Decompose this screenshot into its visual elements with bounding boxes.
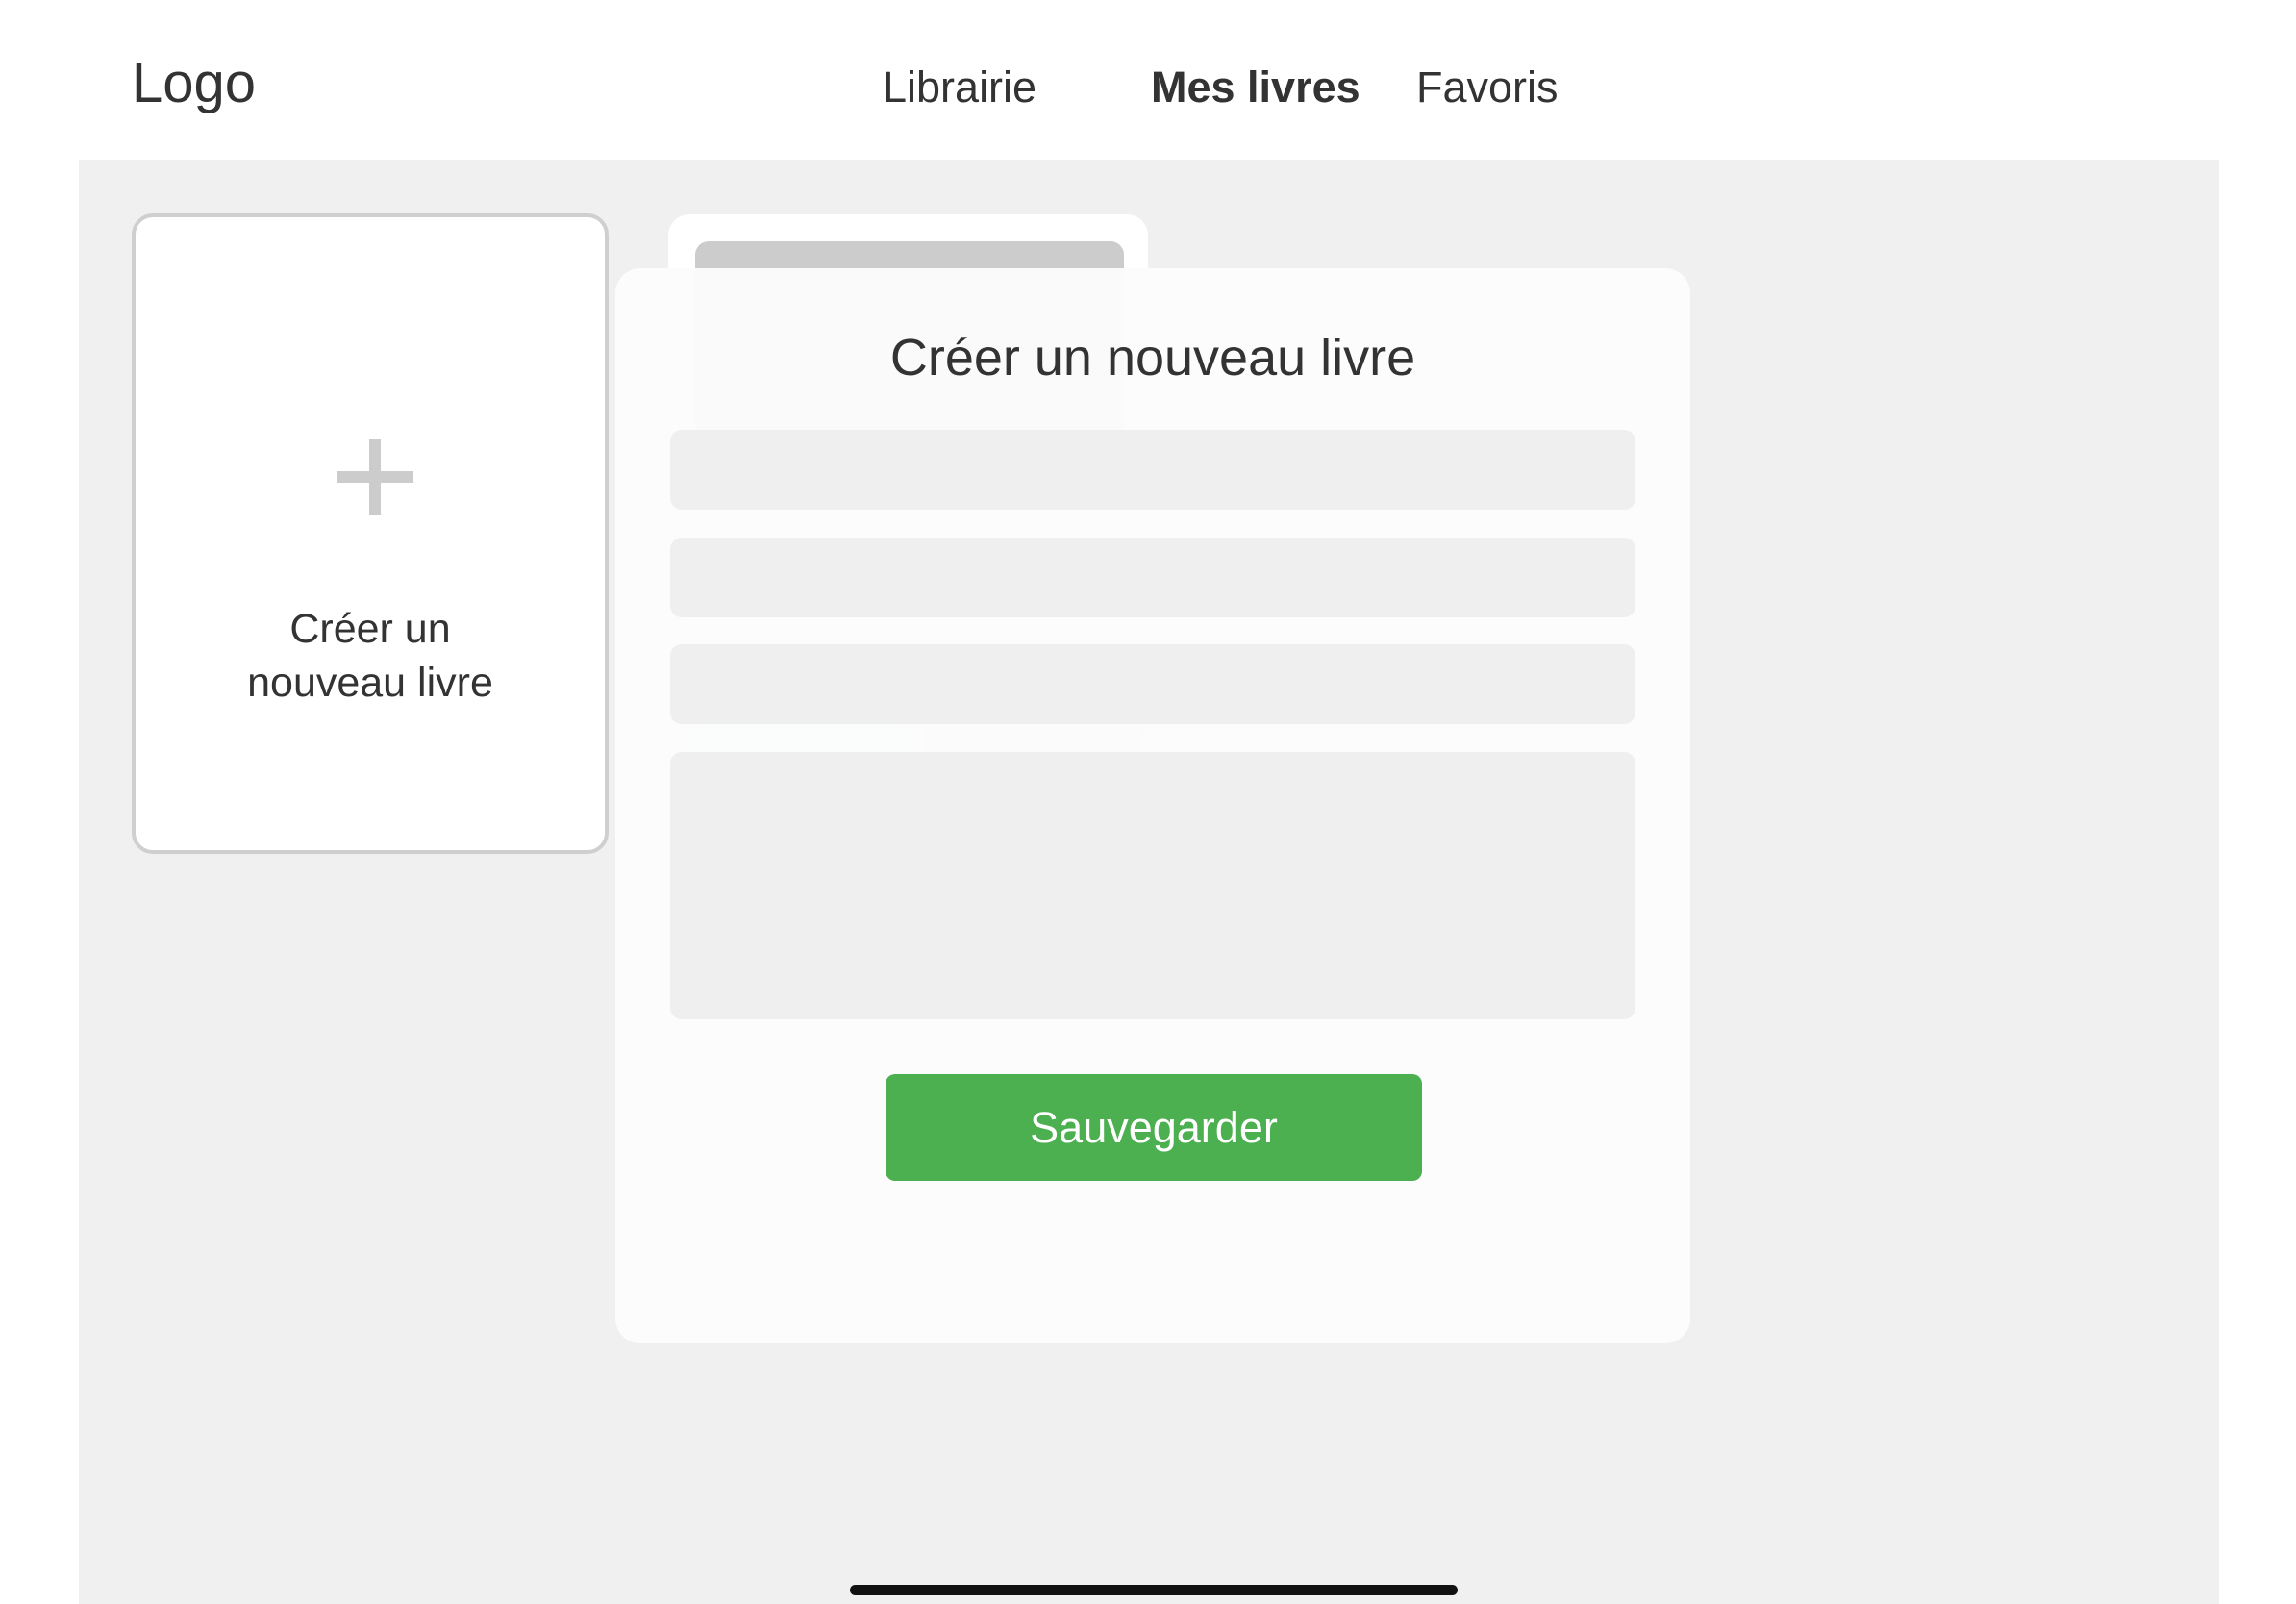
create-book-card[interactable]: Créer un nouveau livre [132,213,609,854]
description-textarea[interactable] [670,752,1635,1019]
save-button[interactable]: Sauvegarder [886,1074,1422,1181]
plus-icon [337,439,413,515]
create-book-modal: Créer un nouveau livre Sauvegarder [615,268,1690,1343]
home-indicator[interactable] [850,1585,1458,1595]
app-header: Logo Librairie Mes livres Favoris [0,0,2296,160]
modal-title: Créer un nouveau livre [889,329,1416,387]
nav-item-mes-livres[interactable]: Mes livres [1151,62,1360,113]
year-input[interactable] [670,644,1635,724]
nav-item-librairie[interactable]: Librairie [883,62,1036,113]
author-input[interactable] [670,538,1635,617]
create-book-label: Créer un nouveau livre [247,606,493,706]
title-input[interactable] [670,430,1635,510]
logo[interactable]: Logo [132,50,256,117]
nav-item-favoris[interactable]: Favoris [1416,62,1559,113]
